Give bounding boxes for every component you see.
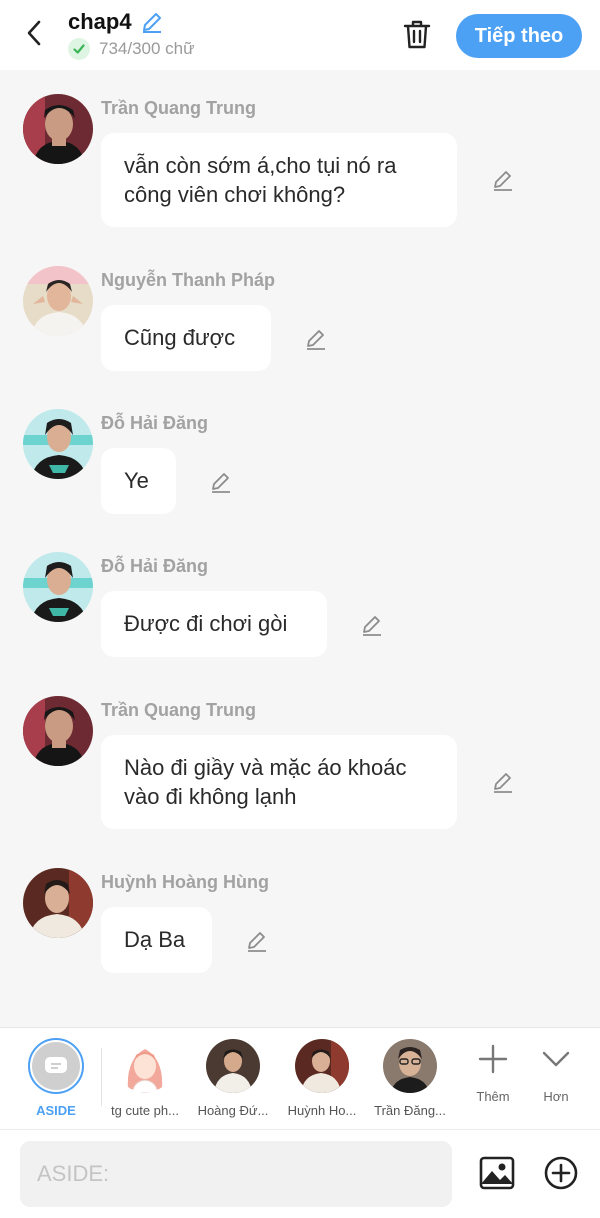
composer-bar (0, 1129, 600, 1218)
plus-icon (476, 1042, 510, 1076)
pencil-icon (212, 473, 230, 493)
character-name: Trần Quang Trung (101, 700, 257, 720)
message-input[interactable] (20, 1141, 452, 1207)
chevron-down-icon (539, 1042, 573, 1076)
character-item[interactable]: Huỳnh Ho... (276, 1039, 368, 1119)
top-bar: chap4 734/300 chữ Tiếp theo (0, 0, 600, 70)
avatar[interactable] (23, 868, 93, 938)
edit-message-button[interactable] (243, 927, 271, 955)
plus-circle-icon (544, 1156, 578, 1190)
character-label: tg cute ph... (111, 1103, 179, 1118)
character-label: Hoàng Đứ... (197, 1103, 269, 1118)
edit-message-button[interactable] (489, 768, 517, 796)
next-button[interactable]: Tiếp theo (456, 14, 582, 58)
message-bubble[interactable]: vẫn còn sớm á,cho tụi nó ra công viên ch… (101, 133, 457, 227)
edit-message-button[interactable] (358, 611, 386, 639)
chevron-left-icon (27, 20, 41, 46)
more-button[interactable]: Hơn (526, 1042, 586, 1104)
pencil-icon (494, 171, 512, 191)
pencil-icon (494, 773, 512, 793)
more-label: Hơn (543, 1089, 569, 1104)
character-aside[interactable]: ASIDE (10, 1038, 102, 1118)
pencil-icon (307, 330, 325, 350)
chapter-title-block: chap4 734/300 chữ (68, 9, 195, 60)
trash-icon (403, 20, 431, 49)
character-label: Trần Đăng... (374, 1103, 446, 1118)
back-button[interactable] (18, 16, 52, 50)
add-character-label: Thêm (476, 1089, 510, 1104)
check-icon (68, 38, 90, 60)
chapter-title: chap4 (68, 9, 132, 34)
avatar[interactable] (23, 552, 93, 622)
avatar[interactable] (23, 266, 93, 336)
character-name: Nguyễn Thanh Pháp (101, 270, 276, 290)
message-bubble[interactable]: Được đi chơi gòi (101, 591, 327, 657)
add-content-button[interactable] (540, 1152, 582, 1194)
avatar[interactable] (23, 409, 93, 479)
pencil-icon (363, 616, 381, 636)
avatar (383, 1039, 437, 1093)
character-name: Trần Quang Trung (101, 98, 257, 118)
message-bubble[interactable]: Dạ Ba (101, 907, 212, 973)
avatar[interactable] (23, 696, 93, 766)
edit-message-button[interactable] (302, 325, 330, 353)
message-bubble[interactable]: Nào đi giầy và mặc áo khoác vào đi không… (101, 735, 457, 829)
avatar (118, 1039, 172, 1093)
message-bubble[interactable]: Cũng được (101, 305, 271, 371)
character-item[interactable]: tg cute ph... (99, 1039, 191, 1119)
avatar[interactable] (23, 94, 93, 164)
character-item[interactable]: Hoàng Đứ... (187, 1039, 279, 1119)
delete-button[interactable] (398, 16, 436, 52)
character-selector: ASIDE tg cute ph... Hoàng Đứ... Huỳnh Ho… (0, 1027, 600, 1129)
character-name: Đỗ Hải Đăng (101, 556, 209, 576)
edit-message-button[interactable] (489, 166, 517, 194)
character-item[interactable]: Trần Đăng... (364, 1039, 456, 1119)
comment-icon (45, 1057, 67, 1073)
character-name: Đỗ Hải Đăng (101, 413, 209, 433)
aside-label: ASIDE (36, 1103, 76, 1118)
aside-avatar (28, 1038, 84, 1094)
character-label: Huỳnh Ho... (287, 1103, 357, 1118)
add-character-button[interactable]: Thêm (463, 1042, 523, 1104)
character-name: Huỳnh Hoàng Hùng (101, 872, 269, 892)
image-icon (479, 1156, 515, 1190)
edit-message-button[interactable] (207, 468, 235, 496)
message-bubble[interactable]: Ye (101, 448, 176, 514)
avatar (295, 1039, 349, 1093)
insert-image-button[interactable] (476, 1152, 518, 1194)
avatar (206, 1039, 260, 1093)
pencil-icon (142, 13, 161, 33)
word-count: 734/300 chữ (99, 39, 195, 58)
edit-title-button[interactable] (138, 9, 166, 35)
pencil-icon (248, 932, 266, 952)
